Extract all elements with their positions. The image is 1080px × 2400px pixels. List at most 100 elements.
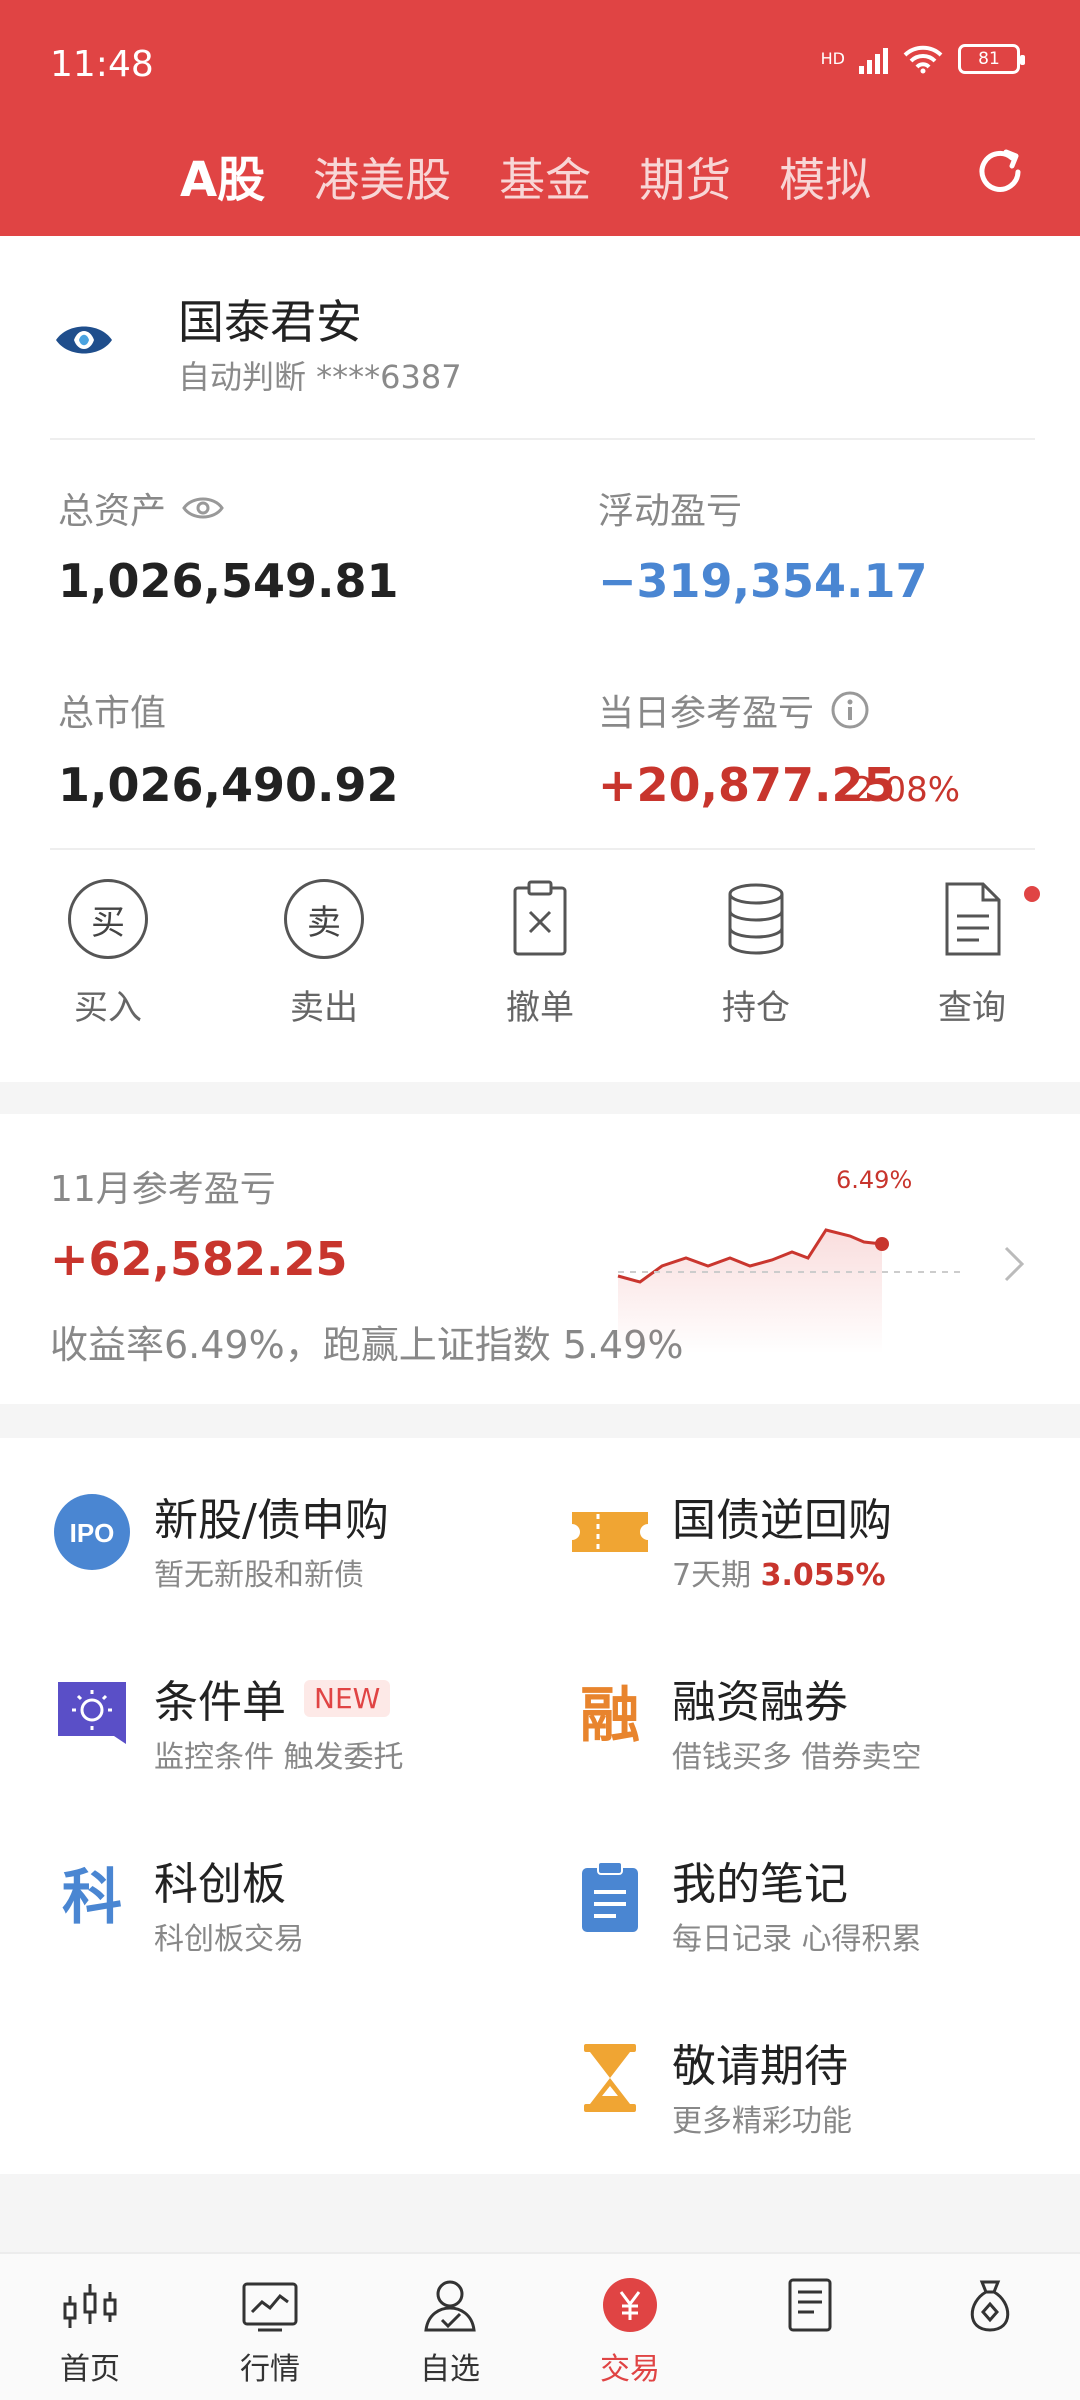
feature-coming-soon[interactable]: 敬请期待 更多精彩功能 (570, 2030, 1070, 2150)
ipo-icon: IPO (54, 1494, 130, 1570)
nav-label: 自选 (420, 2352, 480, 2387)
today-pl-label-text: 当日参考盈亏 (598, 693, 815, 734)
buy-label: 买入 (74, 988, 142, 1028)
svg-text:科: 科 (62, 1863, 122, 1933)
info-icon[interactable] (830, 690, 870, 730)
sparkline-pct-label: 6.49% (836, 1166, 913, 1194)
market-value-value: 1,026,490.92 (58, 758, 399, 812)
feature-star-market[interactable]: 科 科创板 科创板交易 (52, 1848, 552, 1968)
chevron-right-icon[interactable] (1002, 1244, 1026, 1284)
monthly-summary: 收益率6.49%，跑赢上证指数 5.49% (50, 1323, 684, 1367)
account-subtitle: 自动判断 ****6387 (178, 358, 462, 396)
margin-icon: 融 (580, 1681, 640, 1751)
feature-notes[interactable]: 我的笔记 每日记录 心得积累 (570, 1848, 1070, 1968)
nav-label: 首页 (60, 2352, 120, 2387)
today-pl-label: 当日参考盈亏 (598, 684, 870, 736)
cancel-order-label: 撤单 (506, 988, 574, 1028)
feature-subtitle: 科创板交易 (154, 1922, 304, 1957)
feature-title: 融资融券 (672, 1677, 848, 1728)
query-button[interactable]: 查询 (864, 876, 1080, 1056)
cancel-order-button[interactable]: 撤单 (432, 876, 648, 1056)
buy-icon: 买 (68, 879, 148, 959)
feature-subtitle: 7天期 3.055% (672, 1550, 886, 1594)
divider (50, 438, 1035, 440)
divider (50, 848, 1035, 850)
trade-screen: 11:48 HD 81 A股 港美股 基金 期货 模拟 国泰君安 自动判断 **… (0, 0, 1080, 2400)
battery-level: 81 (978, 49, 1000, 69)
feature-title-row: 条件单 NEW (154, 1666, 391, 1730)
today-pl-value: +20,877.25 (598, 758, 896, 812)
hd-label: HD (820, 49, 845, 68)
nav-home[interactable]: 首页 (0, 2254, 180, 2400)
sell-label: 卖出 (290, 988, 358, 1028)
repo-rate: 3.055% (760, 1558, 886, 1593)
nav-news[interactable] (720, 2254, 900, 2400)
action-row: 买 买入 卖 卖出 撤单 持仓 查询 (0, 876, 1080, 1056)
feature-reverse-repo[interactable]: 国债逆回购 7天期 3.055% (570, 1484, 1070, 1604)
nav-watchlist[interactable]: 自选 (360, 2254, 540, 2400)
feature-ipo[interactable]: IPO 新股/债申购 暂无新股和新债 (52, 1484, 552, 1604)
tab-a-share[interactable]: A股 (180, 140, 265, 210)
tab-simulated[interactable]: 模拟 (779, 144, 871, 210)
watchlist-person-icon (424, 2280, 476, 2332)
wifi-icon (903, 45, 943, 74)
nav-market[interactable]: 行情 (180, 2254, 360, 2400)
feature-grid: IPO 新股/债申购 暂无新股和新债 国债逆回购 7天期 3.055% 条件单 … (0, 1438, 1080, 2174)
feature-subtitle: 每日记录 心得积累 (672, 1922, 922, 1957)
nav-label: 交易 (600, 2352, 660, 2387)
feature-title: 国债逆回购 (672, 1495, 892, 1546)
svg-text:融: 融 (580, 1681, 640, 1751)
market-value-label: 总市值 (58, 693, 167, 734)
feature-title: 新股/债申购 (154, 1495, 389, 1546)
total-assets-value: 1,026,549.81 (58, 554, 399, 608)
svg-text:IPO: IPO (70, 1518, 115, 1548)
star-market-icon: 科 (62, 1863, 122, 1933)
feature-margin-trading[interactable]: 融 融资融券 借钱买多 借券卖空 (570, 1666, 1070, 1786)
query-icon (945, 882, 1001, 956)
holdings-icon (728, 883, 784, 955)
floating-pl-label: 浮动盈亏 (598, 491, 743, 532)
feature-subtitle: 暂无新股和新债 (154, 1558, 364, 1593)
ticket-icon (572, 1512, 648, 1552)
sell-button[interactable]: 卖 卖出 (216, 876, 432, 1056)
monthly-pl-card[interactable]: 11月参考盈亏 +62,582.25 收益率6.49%，跑赢上证指数 5.49%… (0, 1114, 1080, 1404)
top-header: 11:48 HD 81 A股 港美股 基金 期货 模拟 (0, 0, 1080, 236)
hourglass-icon (584, 2044, 636, 2112)
notes-icon (582, 1861, 638, 1932)
total-assets-label: 总资产 (58, 482, 224, 534)
feature-title: 条件单 (154, 1677, 286, 1728)
eye-icon[interactable] (182, 494, 224, 522)
status-bar: 11:48 HD 81 (0, 0, 1080, 130)
status-time: 11:48 (50, 44, 154, 85)
cancel-order-icon (513, 880, 567, 956)
tab-futures[interactable]: 期货 (639, 144, 731, 210)
news-doc-icon (788, 2278, 832, 2332)
signal-icon (859, 44, 888, 74)
today-pl-pct: 2.08% (852, 770, 961, 810)
repo-term: 7天期 (672, 1558, 752, 1593)
sell-icon: 卖 (284, 879, 364, 959)
battery-icon: 81 (958, 44, 1025, 74)
tab-fund[interactable]: 基金 (499, 144, 591, 210)
notification-dot (1024, 886, 1040, 902)
account-card: 国泰君安 自动判断 ****6387 总资产 1,026,549.81 浮动盈亏… (0, 236, 1080, 1082)
wealth-bag-icon (970, 2280, 1010, 2332)
broker-logo-icon (56, 326, 112, 354)
holdings-label: 持仓 (722, 988, 790, 1028)
total-assets-label-text: 总资产 (58, 491, 167, 532)
holdings-button[interactable]: 持仓 (648, 876, 864, 1056)
nav-trade[interactable]: 交易 (540, 2254, 720, 2400)
monthly-pl-label: 11月参考盈亏 (50, 1169, 276, 1210)
nav-wealth[interactable] (900, 2254, 1080, 2400)
feature-subtitle: 更多精彩功能 (672, 2104, 852, 2139)
buy-button[interactable]: 买 买入 (0, 876, 216, 1056)
tab-hk-us[interactable]: 港美股 (313, 144, 451, 210)
monthly-sparkline (617, 1228, 964, 1354)
monthly-pl-value: +62,582.25 (50, 1232, 348, 1286)
refresh-icon[interactable] (970, 142, 1030, 202)
trade-yen-icon (603, 2278, 657, 2332)
broker-name[interactable]: 国泰君安 (178, 286, 362, 352)
feature-subtitle: 监控条件 触发委托 (154, 1740, 404, 1775)
feature-condition-order[interactable]: 条件单 NEW 监控条件 触发委托 (52, 1666, 552, 1786)
home-candles-icon (63, 2284, 117, 2328)
